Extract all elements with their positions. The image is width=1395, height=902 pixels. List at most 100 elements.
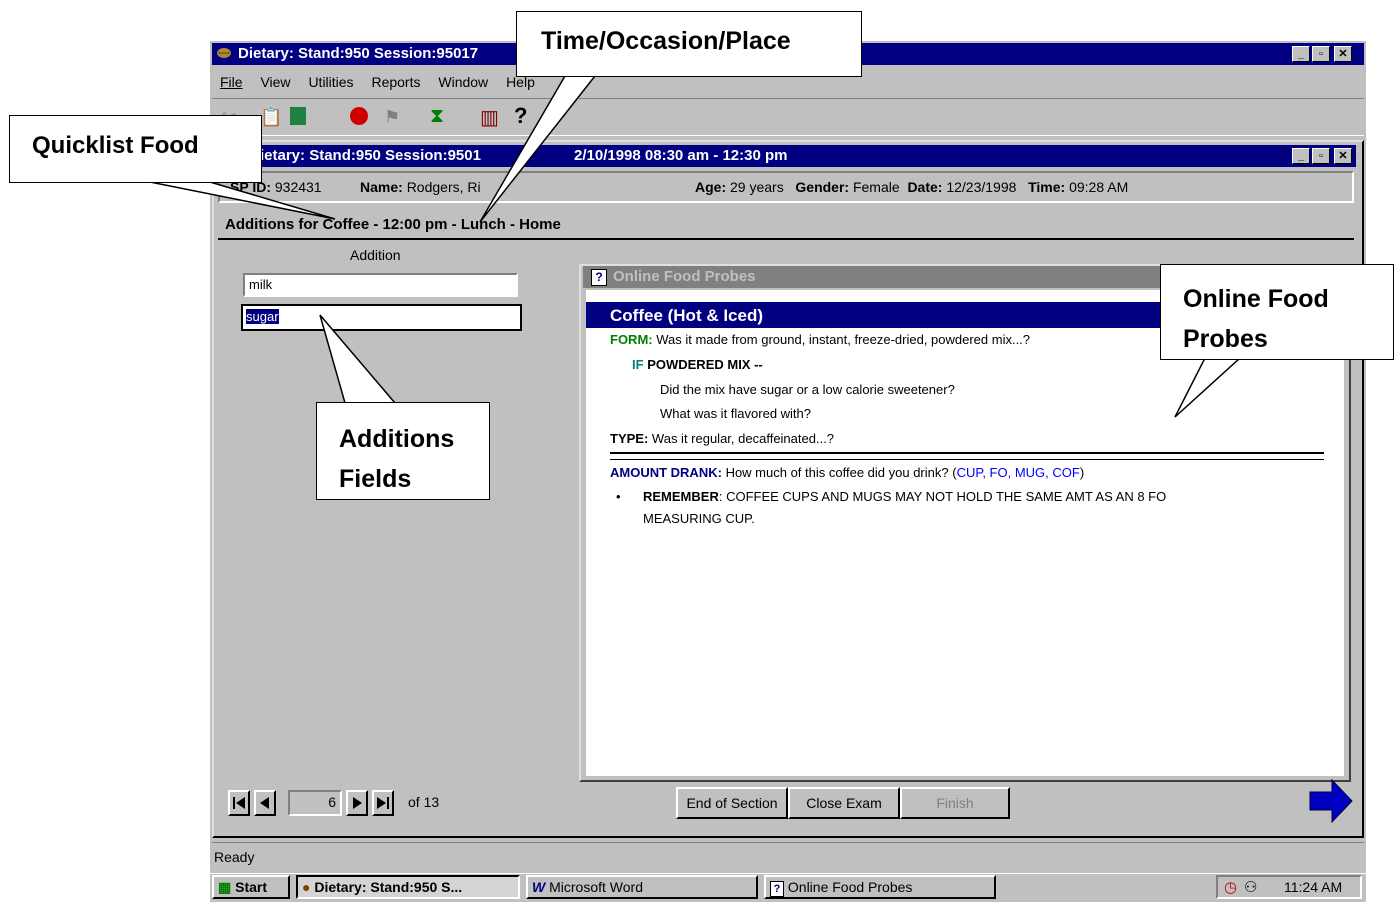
start-button[interactable]: ▦ Start [212, 875, 290, 899]
addition-column-header: Addition [350, 247, 401, 263]
menu-utilities[interactable]: Utilities [308, 74, 353, 90]
record-count: of 13 [408, 794, 440, 810]
age-label: Age: [695, 179, 727, 195]
save-icon[interactable] [290, 107, 306, 125]
time-value: 09:28 AM [1069, 179, 1129, 195]
child-minimize-icon[interactable]: _ [1292, 148, 1310, 164]
type-text: Was it regular, decaffeinated...? [651, 431, 835, 446]
status-bar: Ready [212, 842, 1364, 873]
type-label: TYPE: [610, 431, 649, 446]
addition-field-milk[interactable]: milk [243, 273, 518, 297]
end-of-section-button[interactable]: End of Section [676, 787, 788, 819]
maximize-icon[interactable]: ▫ [1312, 46, 1330, 62]
demographics-block: Age: 29 years Gender: Female Date: 12/23… [695, 179, 1128, 195]
amount-close: ) [1079, 465, 1085, 480]
child-title-left: ietary: Stand:950 Session:9501 [260, 147, 481, 164]
first-record-icon[interactable] [228, 790, 250, 816]
if-text: POWDERED MIX -- [647, 357, 763, 372]
clock-tray-icon[interactable]: ◷ [1224, 878, 1237, 896]
amount-units-link[interactable]: CUP, FO, MUG, COF [957, 465, 1080, 480]
name-block: Name: Rodgers, Ri [360, 179, 481, 195]
taskbar-item-label: Microsoft Word [549, 879, 643, 895]
taskbar-item-label: Dietary: Stand:950 S... [314, 879, 463, 895]
age-value: 29 years [730, 179, 784, 195]
app-title: Dietary: Stand:950 Session:95017 [238, 45, 479, 62]
probe-type: TYPE: Was it regular, decaffeinated...? [610, 431, 834, 446]
taskbar-item-probes[interactable]: ? Online Food Probes [764, 875, 996, 899]
record-number: 6 [328, 794, 336, 810]
if-label: IF [632, 357, 644, 372]
probe-food-name: Coffee (Hot & Iced) [610, 306, 763, 325]
probe-remember: REMEMBER: COFFEE CUPS AND MUGS MAY NOT H… [643, 489, 1166, 504]
sp-id-value: 932431 [274, 179, 322, 195]
probe-divider [610, 452, 1324, 460]
amount-label: AMOUNT DRANK: [610, 465, 722, 480]
remember-text2: MEASURING CUP. [643, 511, 755, 526]
probe-amount: AMOUNT DRANK: How much of this coffee di… [610, 465, 1084, 480]
minimize-icon[interactable]: _ [1292, 46, 1310, 62]
callout-quicklist: Quicklist Food [9, 115, 262, 183]
help-icon[interactable]: ? [514, 103, 527, 129]
last-record-icon[interactable] [372, 790, 394, 816]
child-close-icon[interactable]: ✕ [1334, 148, 1352, 164]
name-value: Rodgers, Ri [406, 179, 481, 195]
taskbar-item-dietary[interactable]: ● Dietary: Stand:950 S... [296, 875, 520, 899]
taskbar-clock: 11:24 AM [1284, 879, 1343, 895]
child-titlebar[interactable]: ietary: Stand:950 Session:9501 2/10/1998… [216, 145, 1356, 167]
callout-time-place-text: Time/Occasion/Place [541, 27, 791, 55]
close-icon[interactable]: ✕ [1334, 46, 1352, 62]
child-maximize-icon[interactable]: ▫ [1312, 148, 1330, 164]
status-text: Ready [214, 849, 255, 865]
menu-view[interactable]: View [260, 74, 290, 90]
section-heading: Additions for Coffee - 12:00 pm - Lunch … [225, 216, 561, 233]
addition-field-sugar[interactable]: sugar [241, 304, 522, 331]
callout-probes-line2: Probes [1183, 325, 1268, 353]
dietary-icon: ● [302, 879, 311, 895]
next-arrow-icon[interactable] [1306, 776, 1354, 826]
addition-value: milk [249, 277, 273, 292]
close-exam-button[interactable]: Close Exam [788, 787, 900, 819]
probe-if: IF POWDERED MIX -- [632, 357, 763, 372]
date-label: Date: [907, 179, 943, 195]
remember-label: REMEMBER [643, 489, 719, 504]
probes-title: Online Food Probes [613, 268, 756, 285]
record-number-field[interactable]: 6 [288, 790, 342, 816]
word-icon: W [532, 879, 546, 895]
section-divider [218, 238, 1354, 240]
bullet-icon: • [616, 489, 621, 504]
callout-time-place: Time/Occasion/Place [516, 11, 862, 77]
patient-info-panel: SP ID: 932431 Name: Rodgers, Ri Age: 29 … [218, 171, 1354, 203]
menu-reports[interactable]: Reports [371, 74, 420, 90]
callout-additions-line1: Additions [339, 425, 455, 453]
books-icon[interactable]: ▥ [480, 105, 499, 130]
menu-window[interactable]: Window [438, 74, 488, 90]
system-tray: ◷ ⚇ 11:24 AM [1216, 875, 1362, 899]
windows-logo-icon: ▦ [218, 879, 232, 895]
callout-additions: Additions Fields [316, 402, 490, 500]
callout-probes-line1: Online Food [1183, 285, 1329, 313]
callout-additions-line2: Fields [339, 465, 412, 493]
callout-quicklist-text: Quicklist Food [32, 132, 199, 159]
name-label: Name: [360, 179, 403, 195]
gender-value: Female [852, 179, 900, 195]
paste-icon[interactable]: 📋 [260, 107, 282, 128]
amount-text: How much of this coffee did you drink? ( [725, 465, 957, 480]
hourglass-icon[interactable]: ⧗ [430, 105, 444, 128]
probe-q2: What was it flavored with? [660, 406, 812, 421]
remember-text1: : COFFEE CUPS AND MUGS MAY NOT HOLD THE … [718, 489, 1167, 504]
prev-record-icon[interactable] [254, 790, 276, 816]
time-label: Time: [1028, 179, 1066, 195]
stop-icon[interactable] [350, 107, 368, 125]
child-title-right: 2/10/1998 08:30 am - 12:30 pm [574, 147, 788, 164]
date-value: 12/23/1998 [946, 179, 1017, 195]
toolbar: ✂ 📋 ⚑ ⧗ ▥ ? [212, 98, 1364, 136]
gender-label: Gender: [795, 179, 850, 195]
taskbar-item-word[interactable]: W Microsoft Word [526, 875, 758, 899]
menu-file[interactable]: File [220, 74, 243, 90]
finish-button[interactable]: Finish [900, 787, 1010, 819]
probes-help-small-icon: ? [770, 881, 784, 897]
form-label: FORM: [610, 332, 653, 347]
next-record-icon[interactable] [346, 790, 368, 816]
flag-icon[interactable]: ⚑ [384, 107, 400, 128]
network-tray-icon[interactable]: ⚇ [1244, 878, 1257, 896]
